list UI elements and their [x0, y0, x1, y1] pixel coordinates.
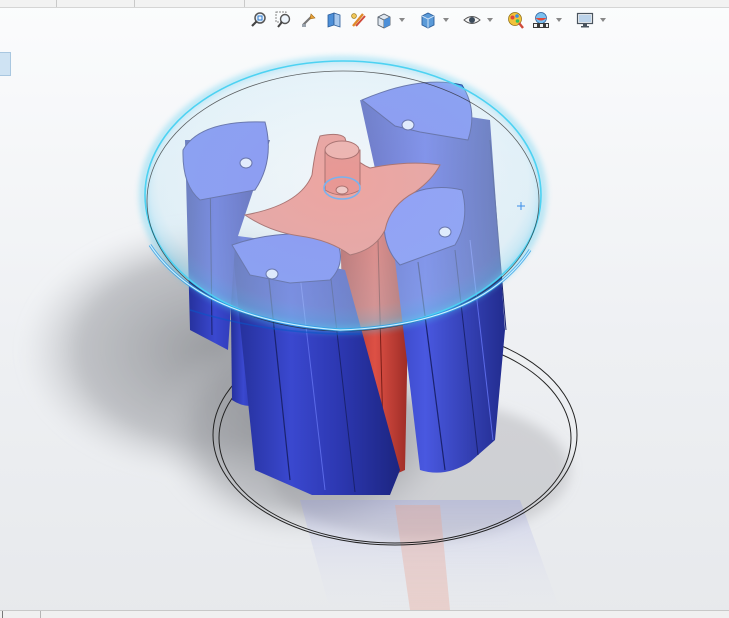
hide-show-items-button[interactable] [461, 9, 483, 31]
dynamic-annotation-views-button[interactable] [348, 9, 370, 31]
zoom-to-fit-button[interactable] [248, 9, 270, 31]
edit-appearance-button[interactable] [505, 9, 527, 31]
heads-up-view-toolbar [248, 8, 606, 32]
hide-show-items-menu-caret[interactable] [486, 9, 493, 31]
section-view-button[interactable] [323, 9, 345, 31]
edit-appearance-icon [508, 12, 524, 29]
top-panel-edge [0, 0, 729, 8]
display-style-icon [421, 12, 435, 29]
graphics-area[interactable] [0, 36, 729, 610]
section-view-icon [327, 12, 341, 28]
apply-scene-button[interactable] [530, 9, 552, 31]
status-bar [0, 610, 729, 618]
floor-reflection [300, 500, 560, 610]
view-settings-menu-caret[interactable] [599, 9, 606, 31]
status-bar-marker [2, 611, 3, 618]
view-orientation-button[interactable] [373, 9, 395, 31]
zoom-to-area-button[interactable] [273, 9, 295, 31]
apply-scene-icon [533, 12, 549, 28]
apply-scene-menu-caret[interactable] [555, 9, 562, 31]
view-orientation-icon [377, 13, 391, 29]
panel-tab-divider [0, 0, 57, 7]
previous-view-icon [302, 13, 316, 27]
view-settings-button[interactable] [574, 9, 596, 31]
hide-show-items-icon [463, 16, 481, 24]
selected-disc-face[interactable] [139, 56, 547, 335]
zoom-to-area-icon [275, 11, 291, 28]
display-style-menu-caret[interactable] [442, 9, 449, 31]
status-bar-divider [40, 611, 41, 618]
panel-tab-divider [134, 0, 245, 7]
previous-view-button[interactable] [298, 9, 320, 31]
panel-tab-divider [56, 0, 135, 7]
view-settings-icon [576, 12, 594, 28]
zoom-to-fit-icon [251, 12, 266, 27]
view-orientation-menu-caret[interactable] [398, 9, 405, 31]
display-style-button[interactable] [417, 9, 439, 31]
dynamic-annotation-views-icon [351, 13, 366, 27]
